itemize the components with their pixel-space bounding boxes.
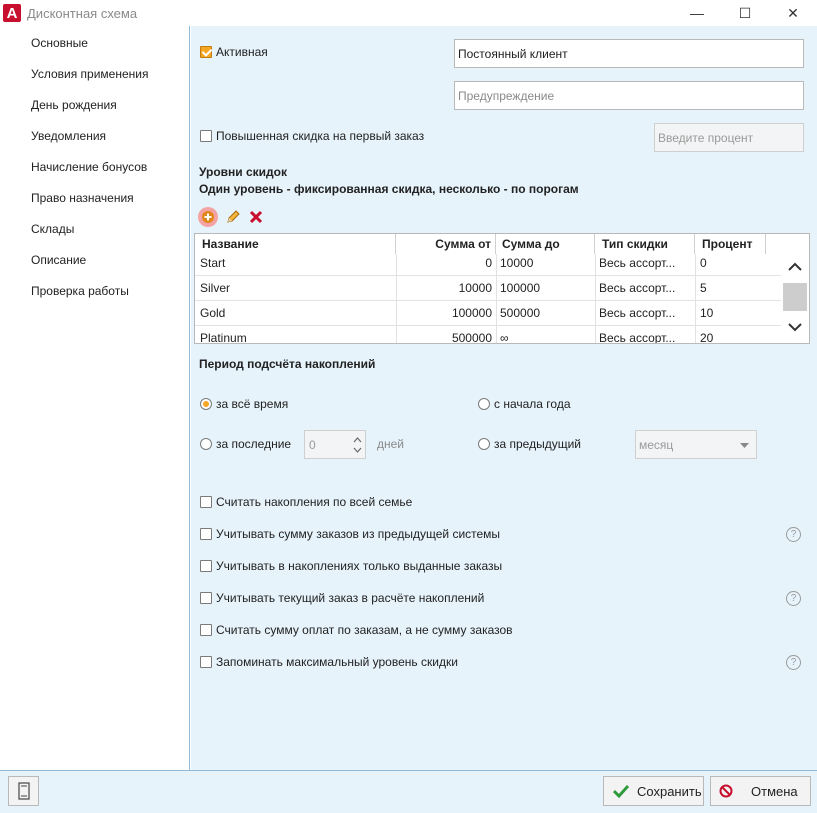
- save-button[interactable]: Сохранить: [603, 776, 704, 806]
- cell-sum-to: 100000: [500, 280, 541, 295]
- cell-discount-type: Весь ассорт...: [599, 330, 676, 344]
- cell-name: Gold: [200, 305, 226, 320]
- minimize-button[interactable]: —: [673, 0, 721, 26]
- cell-name: Platinum: [200, 330, 247, 344]
- sidebar-item-warehouses[interactable]: Склады: [31, 222, 74, 236]
- cell-sum-from: 500000: [451, 330, 492, 344]
- help-icon[interactable]: ?: [786, 655, 801, 670]
- close-button[interactable]: ✕: [769, 0, 817, 26]
- sidebar-item-assignment[interactable]: Право назначения: [31, 191, 134, 205]
- print-button[interactable]: [8, 776, 39, 806]
- option-label: Учитывать сумму заказов из предыдущей си…: [216, 527, 501, 541]
- active-checkbox[interactable]: [200, 46, 212, 58]
- levels-subtitle: Один уровень - фиксированная скидка, нес…: [199, 182, 579, 196]
- period-year-start-label: с начала года: [494, 397, 571, 411]
- cell-name: Start: [200, 255, 226, 270]
- sidebar-item-description[interactable]: Описание: [31, 253, 86, 267]
- scroll-up-icon[interactable]: [788, 262, 802, 272]
- scroll-down-icon[interactable]: [788, 322, 802, 332]
- days-stepper[interactable]: 0: [304, 430, 366, 459]
- days-value: 0: [309, 437, 316, 452]
- device-icon: [17, 782, 30, 800]
- cell-discount-type: Весь ассорт...: [599, 305, 676, 320]
- option-checkbox[interactable]: [200, 496, 212, 508]
- previous-period-select[interactable]: месяц: [635, 430, 757, 459]
- window-title: Дисконтная схема: [27, 5, 138, 21]
- first-order-label: Повышенная скидка на первый заказ: [216, 129, 425, 143]
- cell-discount-type: Весь ассорт...: [599, 280, 676, 295]
- period-previous-label: за предыдущий: [494, 437, 581, 451]
- option-label: Считать накопления по всей семье: [216, 495, 413, 509]
- sidebar-item-birthday[interactable]: День рождения: [31, 98, 117, 112]
- maximize-button[interactable]: ☐: [721, 0, 769, 26]
- option-label: Учитывать текущий заказ в расчёте накопл…: [216, 591, 485, 605]
- chevron-down-icon: [740, 443, 749, 448]
- cancel-icon: [719, 784, 733, 798]
- cell-percent: 20: [700, 330, 714, 344]
- sidebar-item-conditions[interactable]: Условия применения: [31, 67, 148, 81]
- previous-period-value: месяц: [639, 437, 674, 452]
- cell-sum-to: 10000: [500, 255, 534, 270]
- cell-sum-to: ∞: [500, 330, 509, 344]
- option-checkbox[interactable]: [200, 560, 212, 572]
- stepper-arrows-icon[interactable]: [353, 435, 362, 455]
- pencil-icon: [227, 210, 240, 223]
- add-level-button[interactable]: [198, 207, 218, 227]
- period-last-label: за последние: [216, 437, 292, 451]
- warning-input[interactable]: Предупреждение: [454, 81, 804, 110]
- sidebar-item-main[interactable]: Основные: [31, 36, 88, 50]
- period-last-radio[interactable]: [200, 438, 212, 450]
- cell-percent: 5: [700, 280, 707, 295]
- cell-sum-from: 10000: [458, 280, 492, 295]
- checkmark-icon: [613, 784, 629, 798]
- first-order-checkbox[interactable]: [200, 130, 212, 142]
- cancel-button[interactable]: Отмена: [710, 776, 811, 806]
- option-label: Учитывать в накоплениях только выданные …: [216, 559, 503, 573]
- option-label: Считать сумму оплат по заказам, а не сум…: [216, 623, 513, 637]
- option-checkbox[interactable]: [200, 528, 212, 540]
- period-previous-radio[interactable]: [478, 438, 490, 450]
- cell-percent: 0: [700, 255, 707, 270]
- sidebar: Основные Условия применения День рождени…: [0, 26, 190, 770]
- help-icon[interactable]: ?: [786, 527, 801, 542]
- levels-title: Уровни скидок: [199, 165, 288, 179]
- app-logo-icon: A: [3, 4, 21, 22]
- cell-sum-from: 100000: [451, 305, 492, 320]
- cell-sum-from: 0: [485, 255, 492, 270]
- delete-level-button[interactable]: [246, 207, 266, 227]
- scroll-thumb[interactable]: [783, 283, 807, 311]
- delete-icon: [249, 210, 263, 224]
- period-all-time-label: за всё время: [216, 397, 289, 411]
- cell-percent: 10: [700, 305, 714, 320]
- option-label: Запоминать максимальный уровень скидки: [216, 655, 458, 669]
- scheme-name-input[interactable]: Постоянный клиент: [454, 39, 804, 68]
- period-year-start-radio[interactable]: [478, 398, 490, 410]
- sidebar-item-bonuses[interactable]: Начисление бонусов: [31, 160, 147, 174]
- active-label: Активная: [216, 45, 268, 59]
- help-icon[interactable]: ?: [786, 591, 801, 606]
- cell-sum-to: 500000: [500, 305, 541, 320]
- option-checkbox[interactable]: [200, 624, 212, 636]
- percent-input[interactable]: Введите процент: [654, 123, 804, 152]
- sidebar-item-check[interactable]: Проверка работы: [31, 284, 129, 298]
- option-checkbox[interactable]: [200, 656, 212, 668]
- title-bar: A Дисконтная схема — ☐ ✕: [0, 0, 817, 26]
- period-all-time-radio[interactable]: [200, 398, 212, 410]
- option-checkbox[interactable]: [200, 592, 212, 604]
- table-scrollbar[interactable]: [781, 234, 809, 343]
- save-label: Сохранить: [637, 783, 702, 799]
- period-title: Период подсчёта накоплений: [199, 357, 376, 371]
- sidebar-item-notifications[interactable]: Уведомления: [31, 129, 106, 143]
- cell-discount-type: Весь ассорт...: [599, 255, 676, 270]
- edit-level-button[interactable]: [223, 207, 243, 227]
- levels-table: Название Сумма от Сумма до Тип скидки Пр…: [194, 233, 810, 344]
- add-icon: [202, 211, 214, 223]
- days-label: дней: [377, 437, 405, 451]
- cancel-label: Отмена: [751, 783, 798, 799]
- cell-name: Silver: [200, 280, 231, 295]
